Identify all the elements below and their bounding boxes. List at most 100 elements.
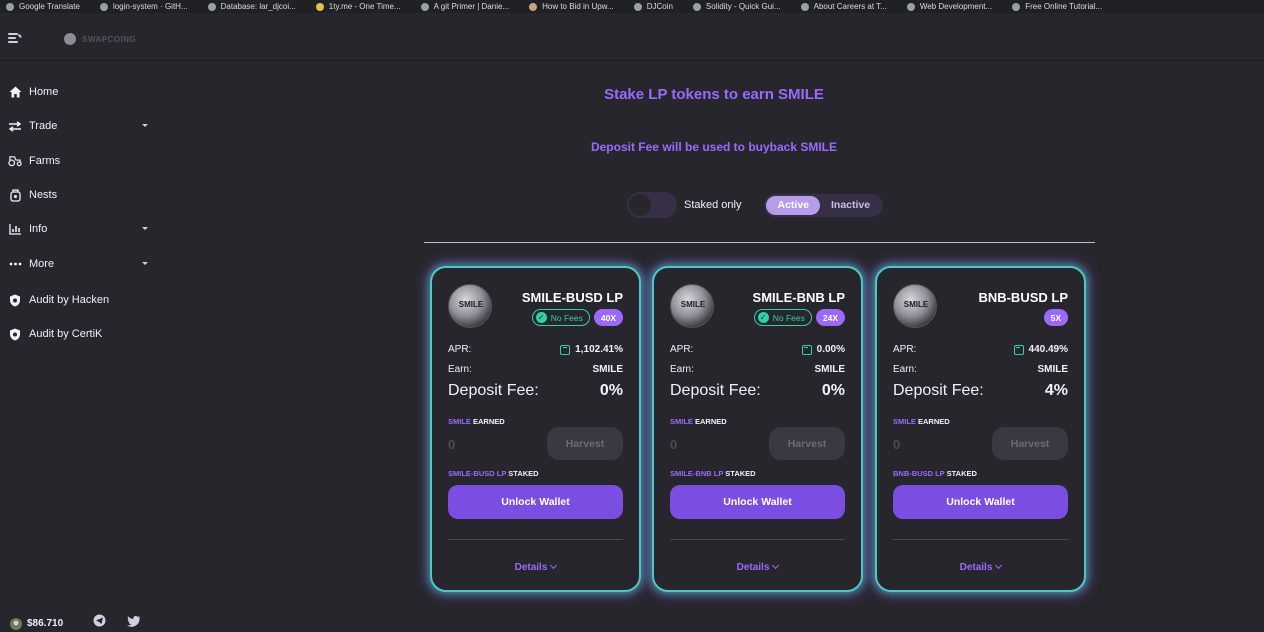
staked-only-label: Staked only [684,199,742,211]
earned-value: 0 [670,437,678,452]
tab-inactive[interactable]: Inactive [820,196,881,215]
bookmark[interactable]: Database: lar_djcoi... [207,2,296,11]
staked-label: SMILE-BNB LP STAKED [670,469,756,478]
bookmarks-bar: Google Translate login-system · GitH... … [0,0,1264,13]
farm-pair-name: BNB-BUSD LP [978,290,1068,305]
chevron-down-icon [550,561,558,570]
bookmark[interactable]: login-system · GitH... [99,2,188,11]
brand-logo[interactable]: SWAPCOING [64,33,136,45]
bookmark-label: Google Translate [19,2,80,11]
calculator-icon[interactable] [560,344,571,355]
unlock-wallet-button[interactable]: Unlock Wallet [670,485,845,519]
chevron-down-icon [142,124,148,127]
farm-pair-name: SMILE-BUSD LP [521,290,623,305]
translate-icon [6,2,14,11]
sidebar-item-home[interactable]: Home [0,77,164,107]
earn-row: Earn: SMILE [670,364,845,375]
trade-icon [8,119,22,133]
bookmark[interactable]: A git Primer | Danie... [420,2,510,11]
no-fees-badge: ✓ No Fees [753,309,812,326]
sidebar-item-label: Farms [29,155,61,167]
bookmark-label: A git Primer | Danie... [433,2,510,11]
harvest-button[interactable]: Harvest [769,427,845,460]
token-logo-icon: SMILE [893,284,937,328]
earn-value: SMILE [592,364,623,375]
logo-text: SWAPCOING [82,34,137,44]
coin-icon [633,2,642,11]
no-fees-badge: ✓ No Fees [531,309,590,326]
staked-only-toggle[interactable] [627,192,677,218]
multiplier-badge: 5X [1043,309,1068,326]
card-divider [893,539,1068,540]
sidebar-item-label: Home [29,86,59,98]
token-price[interactable]: $86.710 [27,618,63,629]
apr-value: 1,102.41% [575,344,623,355]
details-toggle[interactable]: Details [654,561,861,573]
bookmark[interactable]: Google Translate [6,2,80,11]
bookmark[interactable]: 1ty.me - One Time... [315,2,401,11]
calculator-icon[interactable] [801,344,812,355]
sidebar-item-nests[interactable]: Nests [0,180,164,210]
telegram-icon[interactable] [93,614,106,632]
twitter-icon[interactable] [127,614,141,632]
multiplier-badge: 24X [815,309,845,326]
calculator-icon[interactable] [1013,344,1024,355]
menu-toggle-button[interactable] [8,32,22,44]
sidebar-item-info[interactable]: Info [0,214,164,244]
card-divider [448,539,623,540]
main-content: Stake LP tokens to earn SMILE Deposit Fe… [164,62,1264,632]
earned-label: SMILE EARNED [893,417,950,426]
page-title: Stake LP tokens to earn SMILE [604,86,824,103]
earned-label: SMILE EARNED [448,417,505,426]
sidebar-item-farms[interactable]: Farms [0,146,164,176]
bookmark-label: login-system · GitH... [112,2,188,11]
bookmark-label: Web Development... [919,2,993,11]
sidebar-item-audit-hacken[interactable]: Audit by Hacken [0,285,164,315]
bookmark[interactable]: DJCoin [633,2,673,11]
upwork-icon [529,2,538,11]
nest-icon [8,188,22,202]
apr-value: 440.49% [1028,344,1068,355]
deposit-fee-row: Deposit Fee: 4% [893,382,1068,399]
bookmark-label: DJCoin [646,2,673,11]
harvest-button[interactable]: Harvest [992,427,1068,460]
token-logo-icon: SMILE [448,284,492,328]
bookmark[interactable]: How to Bid in Upw... [529,2,614,11]
bookmark-label: How to Bid in Upw... [542,2,614,11]
bookmark[interactable]: Solidity - Quick Gui... [692,2,781,11]
bookmark-label: Solidity - Quick Gui... [705,2,781,11]
deposit-fee-row: Deposit Fee: 0% [670,382,845,399]
earn-row: Earn: SMILE [448,364,623,375]
unlock-wallet-button[interactable]: Unlock Wallet [893,485,1068,519]
apr-row: APR: 440.49% [893,344,1068,355]
harvest-button[interactable]: Harvest [547,427,623,460]
details-toggle[interactable]: Details [877,561,1084,573]
bookmark-label: Free Online Tutorial... [1025,2,1103,11]
bookmark[interactable]: Web Development... [906,2,993,11]
bookmark[interactable]: About Careers at T... [800,2,887,11]
decorative-illustration [716,623,806,632]
chart-icon [8,222,22,236]
farm-pair-name: SMILE-BNB LP [752,290,845,305]
bookmark-label: Database: lar_djcoi... [220,2,296,11]
more-icon [8,257,22,271]
bookmark-label: About Careers at T... [813,2,887,11]
unlock-wallet-button[interactable]: Unlock Wallet [448,485,623,519]
top-bar: SWAPCOING [0,13,1264,61]
sidebar-item-audit-certik[interactable]: Audit by CertiK [0,319,164,349]
page-subtitle: Deposit Fee will be used to buyback SMIL… [590,140,838,154]
bookmark[interactable]: Free Online Tutorial... [1012,2,1102,11]
farm-card: SMILE SMILE-BUSD LP ✓ No Fees 40X APR: 1,1… [430,266,641,592]
check-icon: ✓ [535,312,547,323]
tab-active[interactable]: Active [766,195,820,215]
sidebar-item-trade[interactable]: Trade [0,111,164,141]
sidebar-item-label: Audit by CertiK [29,328,103,340]
farm-badges: ✓ No Fees 40X [531,309,623,326]
github-icon [99,2,108,11]
sidebar-item-more[interactable]: More [0,249,164,279]
logo-icon [64,33,76,45]
deposit-fee-value: 0% [821,382,845,399]
sidebar-item-label: Nests [29,189,58,201]
token-icon [9,617,22,630]
details-toggle[interactable]: Details [432,561,639,573]
